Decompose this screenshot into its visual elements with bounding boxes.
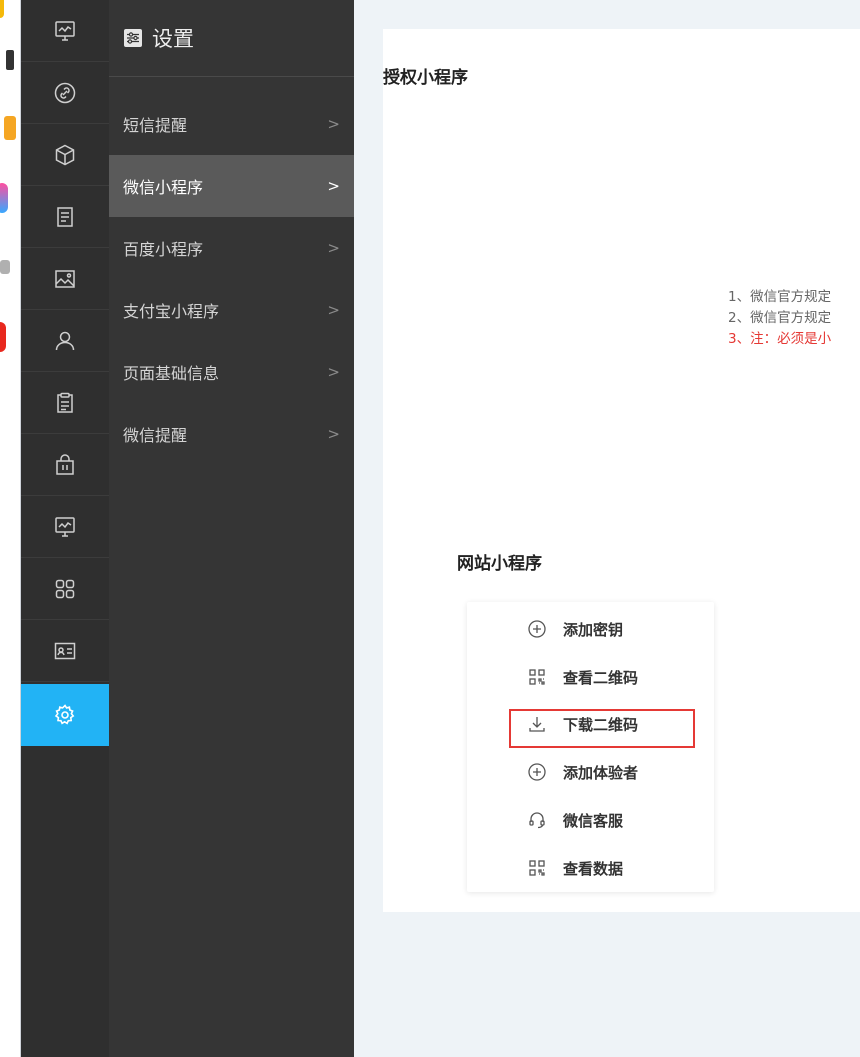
rail-statistics[interactable] <box>21 496 109 558</box>
main-content: 授权小程序 1、微信官方规定 2、微信官方规定 3、注：必须是小 <box>354 0 860 1057</box>
monitor-chart-icon <box>55 516 75 537</box>
submenu-header: 设置 <box>109 0 354 77</box>
gray-app-icon <box>0 260 10 274</box>
menu-item-wechat-reminder[interactable]: 微信提醒 > <box>109 403 354 465</box>
add-key-button[interactable]: 添加密钥 <box>527 614 623 644</box>
action-label: 添加密钥 <box>563 620 624 639</box>
menu-item-label: 微信小程序 <box>123 178 204 197</box>
rail-products[interactable] <box>21 124 109 186</box>
red-app-icon <box>0 322 6 352</box>
rail-dashboard[interactable] <box>21 0 109 62</box>
chevron-right-icon: > <box>327 363 340 381</box>
menu-item-label: 短信提醒 <box>123 116 188 135</box>
menu-item-label: 支付宝小程序 <box>123 302 220 321</box>
link-circle-icon <box>54 82 76 103</box>
note-line: 2、微信官方规定 <box>728 310 832 326</box>
chevron-right-icon: > <box>327 239 340 257</box>
document-icon <box>57 206 73 227</box>
gear-icon <box>54 704 75 725</box>
rail-links[interactable] <box>21 62 109 124</box>
action-label: 微信客服 <box>563 811 624 830</box>
desktop-icon-strip <box>0 0 21 1057</box>
wechat-service-button[interactable]: 微信客服 <box>527 805 623 835</box>
menu-item-label: 微信提醒 <box>123 426 188 445</box>
menu-item-page-basic-info[interactable]: 页面基础信息 > <box>109 341 354 403</box>
rail-articles[interactable] <box>21 186 109 248</box>
notes-block: 1、微信官方规定 2、微信官方规定 3、注：必须是小 <box>728 287 860 350</box>
sliders-icon <box>124 29 142 47</box>
gradient-app-icon <box>0 183 8 213</box>
settings-submenu: 设置 短信提醒 > 微信小程序 > 百度小程序 > 支付宝小程序 > 页面基础信… <box>109 0 354 1057</box>
shopping-bag-icon <box>56 453 74 475</box>
user-icon <box>55 331 75 350</box>
action-label: 添加体验者 <box>563 763 639 782</box>
chevron-right-icon: > <box>327 177 340 195</box>
image-icon <box>55 269 75 288</box>
qrcode-icon <box>529 669 545 685</box>
clipboard-icon <box>57 392 73 413</box>
rail-shop[interactable] <box>21 434 109 496</box>
cube-icon <box>55 144 75 165</box>
monitor-chart-icon <box>55 20 75 41</box>
headset-icon <box>529 812 545 829</box>
rail-apps[interactable] <box>21 558 109 620</box>
submenu-title: 设置 <box>152 27 194 51</box>
rail-members[interactable] <box>21 620 109 682</box>
chevron-right-icon: > <box>327 115 340 133</box>
plus-circle-icon <box>528 763 546 781</box>
menu-item-label: 百度小程序 <box>123 240 204 259</box>
menu-item-wechat-miniprogram[interactable]: 微信小程序 > <box>109 155 354 217</box>
rail-users[interactable] <box>21 310 109 372</box>
rail-settings[interactable] <box>21 684 109 746</box>
chevron-right-icon: > <box>327 425 340 443</box>
warning-note: 3、注：必须是小 <box>728 331 832 347</box>
id-card-icon <box>54 642 76 659</box>
rail-gallery[interactable] <box>21 248 109 310</box>
view-data-button[interactable]: 查看数据 <box>527 853 623 883</box>
qrcode-icon <box>529 860 545 876</box>
plus-circle-icon <box>528 620 546 638</box>
card-title: 授权小程序 <box>383 68 468 88</box>
icon-rail <box>21 0 109 1057</box>
add-tester-button[interactable]: 添加体验者 <box>527 757 638 787</box>
highlight-frame <box>509 709 695 748</box>
orange-app-icon <box>4 116 16 140</box>
note-line: 1、微信官方规定 <box>728 289 832 305</box>
rail-orders[interactable] <box>21 372 109 434</box>
action-label: 查看数据 <box>563 859 624 878</box>
grid-icon <box>55 579 75 598</box>
view-qrcode-button[interactable]: 查看二维码 <box>527 662 638 692</box>
menu-item-baidu-miniprogram[interactable]: 百度小程序 > <box>109 217 354 279</box>
dark-app-icon <box>6 50 14 70</box>
menu-item-label: 页面基础信息 <box>123 364 220 383</box>
menu-item-alipay-miniprogram[interactable]: 支付宝小程序 > <box>109 279 354 341</box>
action-label: 查看二维码 <box>563 668 639 687</box>
menu-item-sms-reminder[interactable]: 短信提醒 > <box>109 93 354 155</box>
yellow-app-icon <box>0 0 4 18</box>
chevron-right-icon: > <box>327 301 340 319</box>
section-title: 网站小程序 <box>457 554 542 574</box>
